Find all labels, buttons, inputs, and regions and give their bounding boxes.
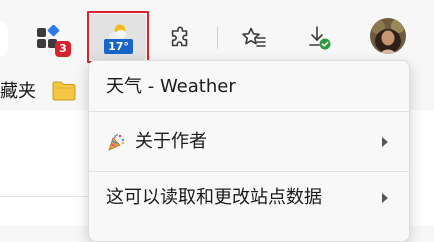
- menu-item-label: 这可以读取和更改站点数据: [106, 187, 322, 208]
- extensions-badge: 3: [55, 41, 71, 57]
- party-popper-icon: [108, 134, 125, 151]
- menu-separator: [89, 111, 409, 112]
- favorites-label[interactable]: 藏夹: [0, 80, 36, 104]
- downloads-button[interactable]: [299, 18, 339, 58]
- folder-icon[interactable]: [51, 79, 77, 103]
- avatar-image: [370, 18, 406, 54]
- highlight-box: [87, 11, 149, 63]
- toolbar-divider: [217, 27, 218, 49]
- extension-context-menu: 天气 - Weather 关于作者 这可以读取和更改站点数据: [88, 60, 410, 242]
- favorites-button[interactable]: [234, 18, 274, 58]
- profile-avatar[interactable]: [370, 18, 406, 54]
- menu-item-about-author[interactable]: 关于作者: [89, 122, 409, 162]
- submenu-arrow-icon: [382, 193, 388, 203]
- puzzle-icon: [171, 26, 188, 47]
- address-bar-edge[interactable]: [0, 20, 8, 58]
- extensions-menu-button[interactable]: [161, 18, 201, 58]
- submenu-arrow-icon: [382, 137, 388, 147]
- menu-item-label: 天气 - Weather: [106, 76, 236, 97]
- menu-item-extension-name[interactable]: 天气 - Weather: [89, 67, 409, 107]
- downloads-icon: [309, 26, 331, 50]
- menu-item-site-access[interactable]: 这可以读取和更改站点数据: [89, 178, 409, 218]
- content-divider: [0, 196, 90, 197]
- menu-item-label: 关于作者: [135, 131, 207, 152]
- favorites-icon: [242, 27, 266, 47]
- menu-separator: [89, 171, 409, 172]
